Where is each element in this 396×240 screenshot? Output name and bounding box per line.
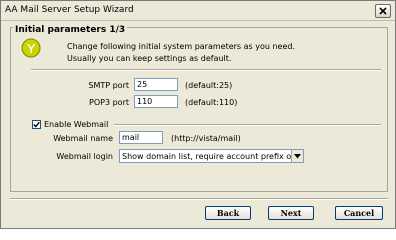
pop3-port-input[interactable]: 110 <box>134 95 178 108</box>
divider-top <box>31 69 381 71</box>
smtp-port-label: SMTP port <box>88 81 129 90</box>
next-button[interactable]: Next <box>268 206 314 220</box>
title-bar[interactable]: AA Mail Server Setup Wizard <box>1 1 395 21</box>
app-logo-icon <box>21 38 41 58</box>
webmail-url-hint: (http://vista/mail) <box>171 134 241 143</box>
divider-buttons <box>10 198 388 200</box>
webmail-login-select[interactable]: Show domain list, require account prefix… <box>119 149 304 163</box>
close-icon <box>379 7 387 15</box>
smtp-port-hint: (default:25) <box>185 81 233 90</box>
webmail-login-selected: Show domain list, require account prefix… <box>122 152 304 161</box>
back-button[interactable]: Back <box>205 206 251 220</box>
checkmark-icon <box>33 121 40 128</box>
webmail-name-label: Webmail name <box>53 134 113 143</box>
enable-webmail-label[interactable]: Enable Webmail <box>44 120 108 129</box>
divider-webmail <box>114 124 381 126</box>
webmail-name-input[interactable]: mail <box>119 131 163 144</box>
description-line-1: Change following initial system paramete… <box>67 42 296 51</box>
webmail-login-label: Webmail login <box>56 152 113 161</box>
enable-webmail-checkbox[interactable] <box>32 120 41 129</box>
close-button[interactable] <box>375 4 391 18</box>
pop3-port-hint: (default:110) <box>185 98 238 107</box>
chevron-down-icon <box>294 153 301 158</box>
dropdown-button[interactable] <box>291 150 303 162</box>
initial-parameters-group: Initial parameters 1/3 <box>10 25 388 192</box>
group-title: Initial parameters 1/3 <box>13 25 128 35</box>
cancel-button[interactable]: Cancel <box>335 206 383 220</box>
smtp-port-input[interactable]: 25 <box>134 78 178 91</box>
pop3-port-label: POP3 port <box>89 98 129 107</box>
window-title: AA Mail Server Setup Wizard <box>5 5 134 15</box>
description-line-2: Usually you can keep settings as default… <box>67 54 232 63</box>
setup-wizard-window: AA Mail Server Setup Wizard Initial para… <box>0 0 396 229</box>
